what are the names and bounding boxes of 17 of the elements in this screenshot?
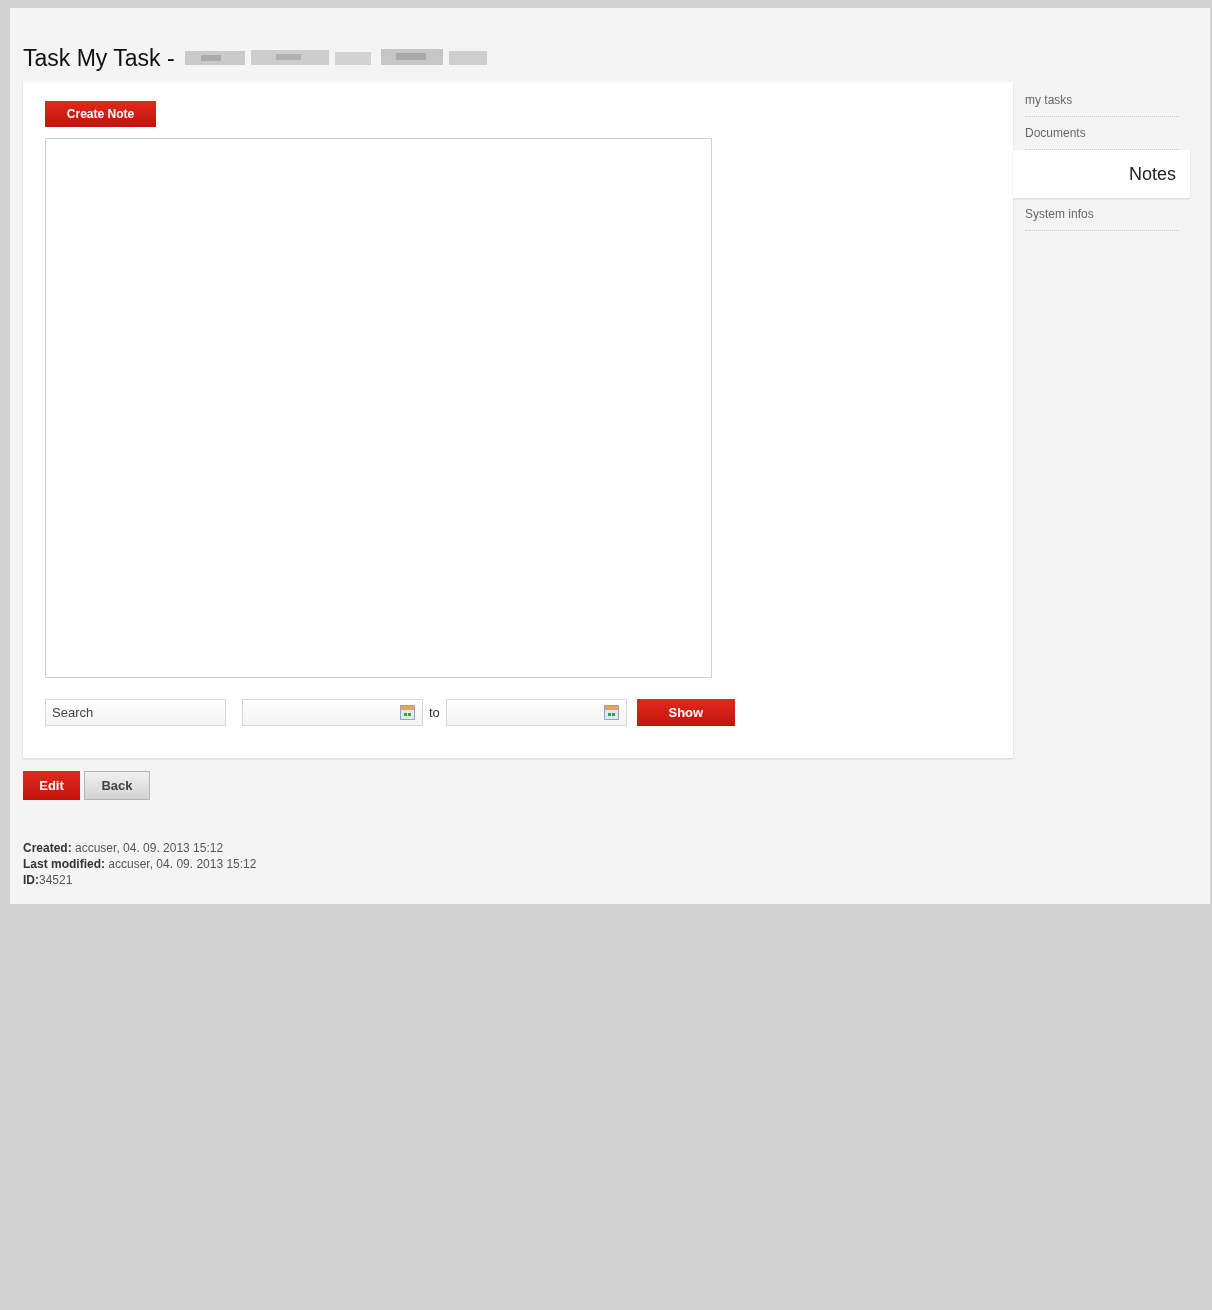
metadata-line: Last modified: accuser, 04. 09. 2013 15:12 <box>23 856 258 872</box>
sidebar-tab[interactable]: System infos <box>1025 198 1179 231</box>
calendar-icon[interactable] <box>603 705 619 720</box>
search-field[interactable]: Search <box>45 699 226 726</box>
calendar-icon[interactable] <box>400 705 415 720</box>
sidebar-tab[interactable]: my tasks <box>1025 84 1179 117</box>
create-note-button[interactable]: Create Note <box>45 101 156 127</box>
back-button[interactable]: Back <box>84 771 150 800</box>
metadata-line: Created: accuser, 04. 09. 2013 15:12 <box>23 840 225 856</box>
date-from-field[interactable] <box>242 699 423 726</box>
show-button[interactable]: Show <box>636 699 735 726</box>
date-separator: to <box>429 703 440 722</box>
sidebar-tab[interactable]: Notes <box>1013 150 1190 198</box>
metadata-line: ID:34521 <box>23 872 74 888</box>
edit-button[interactable]: Edit <box>23 771 80 800</box>
page-title: Task My Task - <box>23 43 175 73</box>
date-to-field[interactable] <box>445 699 627 726</box>
